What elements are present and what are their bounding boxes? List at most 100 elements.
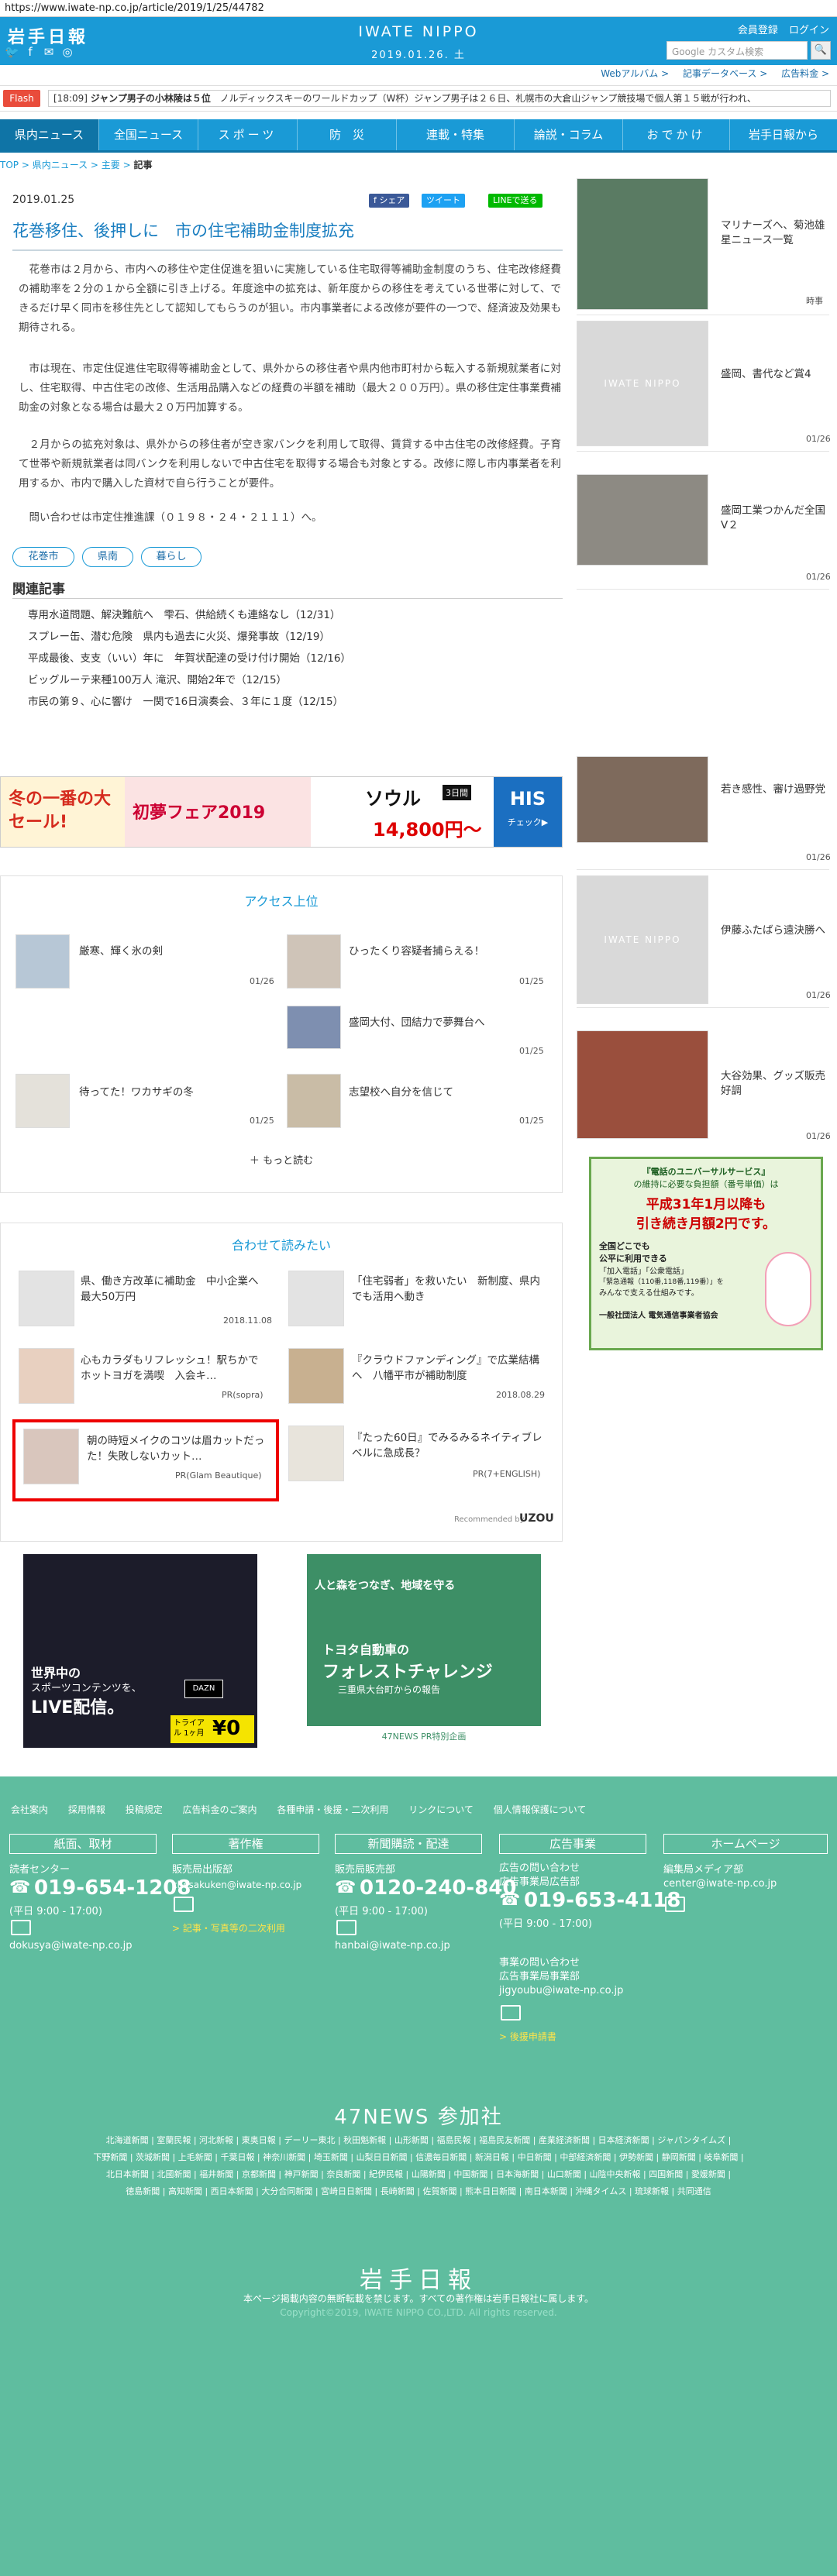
recommend-title[interactable]: 心もカラダもリフレッシュ！駅ちかでホットヨガを満喫 入会キ… [81,1353,267,1384]
more-button[interactable]: ＋ もっと読む [232,1152,330,1167]
instagram-icon[interactable]: ◎ [60,45,74,59]
footer-email[interactable]: center@iwate-np.co.jp [663,1878,777,1890]
sidebar-title[interactable]: マリナーズへ、菊池雄星ニュース一覧 [721,218,829,248]
recommend-thumb[interactable] [19,1271,74,1326]
flash-headline[interactable]: ジャンプ男子の小林陵は５位 [91,93,211,104]
facebook-icon[interactable]: f [23,45,37,59]
uzou-logo[interactable]: UZOU [519,1512,554,1525]
sidebar-title[interactable]: 若き感性、審け過野党 [721,782,829,797]
flash-ticker[interactable]: [18:09] ジャンプ男子の小林陵は５位 ノルディックスキーのワールドカップ（… [48,90,831,107]
ranking-thumb[interactable] [287,934,341,989]
login-link[interactable]: ログイン [789,25,829,36]
footer-phone[interactable]: 019-654-1208 [34,1876,191,1900]
sidebar-thumb[interactable] [577,178,708,310]
ranking-thumb[interactable] [287,1074,341,1128]
ranking-title[interactable]: ひったくり容疑者捕らえる！ [349,944,542,959]
his-logo: HIS [509,788,546,810]
47news-row[interactable]: 北日本新聞 | 北國新聞 | 福井新聞 | 京都新聞 | 神戸新聞 | 奈良新聞… [26,2166,811,2183]
recommend-thumb[interactable] [288,1271,344,1326]
ranking-thumb[interactable] [16,1074,70,1128]
sidebar-placeholder-thumb[interactable]: IWATE NIPPO [577,875,708,1004]
footer-email[interactable]: hanbai@iwate-np.co.jp [335,1940,450,1952]
ranking-thumb[interactable] [287,1006,341,1049]
recommend-thumb[interactable] [23,1429,79,1484]
nav-series[interactable]: 連載・特集 [397,119,515,150]
sidebar-title[interactable]: 盛岡、書代など賞4 [721,367,829,382]
search-input[interactable]: Google カスタム検索 [666,41,808,60]
sponsorship-link[interactable]: > 後援申請書 [499,2030,556,2043]
nav-outing[interactable]: おでかけ [623,119,730,150]
related-link[interactable]: 市民の第９、心に響け 一関で16日演奏会、３年に１度（12/15） [28,693,343,708]
register-link[interactable]: 会員登録 [738,25,778,36]
recommend-thumb[interactable] [288,1426,344,1481]
nav-disaster[interactable]: 防 災 [298,119,397,150]
footer-link[interactable]: 個人情報保護について [494,1804,587,1815]
sidebar-thumb[interactable] [577,756,708,843]
footer-link[interactable]: 会社案内 [11,1804,48,1815]
47news-row[interactable]: 北海道新聞 | 室蘭民報 | 河北新報 | 東奥日報 | デーリー東北 | 秋田… [26,2132,811,2149]
footer-email[interactable]: dokusya@iwate-np.co.jp [9,1940,133,1952]
related-link[interactable]: スプレー缶、潜む危険 県内も過去に火災、爆発事故（12/19） [28,628,330,643]
nav-national-news[interactable]: 全国ニュース [99,119,198,150]
footer-phone[interactable]: 0120-240-840 [360,1876,517,1900]
ad-rates-link[interactable]: 広告料金 > [781,68,829,79]
tag-kurashi[interactable]: 暮らし [141,547,202,567]
footer-link[interactable]: 投稿規定 [126,1804,163,1815]
breadcrumb-main[interactable]: 主要 [102,160,120,170]
universal-service-ad[interactable]: 『電話のユニバーサルサービス』 の維持に必要な負担額（番号単価）は 平成31年1… [589,1157,823,1350]
recommend-thumb[interactable] [19,1348,74,1404]
line-share-button[interactable]: LINEで送る [488,194,542,208]
dazn-ad[interactable]: 世界中の スポーツコンテンツを、 LIVE配信。 DAZN トライアル 1ヶ月 … [23,1554,257,1748]
47news-row[interactable]: 下野新聞 | 茨城新聞 | 上毛新聞 | 千葉日報 | 神奈川新聞 | 埼玉新聞… [26,2149,811,2166]
address-bar[interactable]: https://www.iwate-np.co.jp/article/2019/… [0,0,837,17]
nav-opinion[interactable]: 論説・コラム [515,119,623,150]
footer-link[interactable]: リンクについて [408,1804,474,1815]
ranking-title[interactable]: 厳寒、輝く氷の剣 [79,944,265,959]
related-link[interactable]: 専用水道問題、解決難航へ 雫石、供給続くも連絡なし（12/31） [28,606,340,621]
twitter-icon[interactable]: 🐦 [5,45,19,59]
recommend-thumb[interactable] [288,1348,344,1404]
toyota-forest-ad[interactable]: 人と森をつなぎ、地域を守る トヨタ自動車の フォレストチャレンジ 三重県大台町か… [307,1554,541,1748]
center-logo[interactable]: IWATE NIPPO [326,23,512,40]
sidebar-title[interactable]: 盛岡工業つかんだ全国V２ [721,504,829,533]
nav-sports[interactable]: スポーツ [198,119,298,150]
nav-from-iwate-nippo[interactable]: 岩手日報から [730,119,837,150]
recommend-title[interactable]: 「住宅弱者」を救いたい 新制度、県内でも活用へ動き [352,1274,546,1305]
search-icon[interactable]: 🔍 [811,41,831,60]
breadcrumb-prefecture[interactable]: 県内ニュース [33,160,88,170]
web-album-link[interactable]: Webアルバム > [601,68,669,79]
recommend-title[interactable]: 『クラウドファンディング』で広業結構へ 八幡平市が補助制度 [352,1353,546,1384]
facebook-share-button[interactable]: f シェア [369,194,410,208]
footer-link[interactable]: 各種申請・後援・二次利用 [277,1804,388,1815]
footer-email[interactable]: chosakuken@iwate-np.co.jp [172,1880,301,1890]
ranking-title[interactable]: 盛岡大付、団結力で夢舞台へ [349,1015,542,1030]
ranking-thumb[interactable] [16,934,70,989]
footer-link[interactable]: 広告料金のご案内 [183,1804,257,1815]
sidebar-title[interactable]: 伊藤ふたばら遠決勝へ [721,923,829,938]
tag-kennan[interactable]: 県南 [82,547,133,567]
related-link[interactable]: 平成最後、支支（いい）年に 年賀状配達の受け付け開始（12/16） [28,649,351,665]
breadcrumb-top[interactable]: TOP [0,160,19,170]
footer-link[interactable]: 採用情報 [68,1804,105,1815]
47news-row[interactable]: 徳島新聞 | 高知新聞 | 西日本新聞 | 大分合同新聞 | 宮崎日日新聞 | … [26,2183,811,2200]
footer-phone[interactable]: 019-653-4118 [524,1889,681,1912]
tag-hanamaki[interactable]: 花巻市 [12,547,74,567]
ranking-title[interactable]: 待ってた！ワカサギの冬 [79,1085,265,1100]
sidebar-placeholder-thumb[interactable]: IWATE NIPPO [577,321,708,446]
footer-logo[interactable]: 岩手日報 [0,2261,837,2295]
sidebar-title[interactable]: 大谷効果、グッズ販売好調 [721,1069,829,1099]
related-link[interactable]: ビッグルーテ来種100万人 滝沢、開始2年で（12/15） [28,671,287,686]
recommend-title[interactable]: 朝の時短メイクのコツは眉カットだった！失敗しないカット… [87,1433,270,1464]
nav-prefecture-news[interactable]: 県内ニュース [0,119,99,150]
sidebar-thumb[interactable] [577,474,708,566]
footer-email[interactable]: jigyoubu@iwate-np.co.jp [499,1985,623,1996]
travel-ad-banner[interactable]: 冬の一番の大セール! 初夢フェア2019 ソウル 3日間 14,800円〜 HI… [0,776,563,848]
secondary-use-link[interactable]: > 記事・写真等の二次利用 [172,1921,285,1935]
recommend-title[interactable]: 『たった60日』でみるみるネイティブレベルに急成長？ [352,1430,546,1461]
twitter-share-button[interactable]: ツイート [422,194,465,208]
article-db-link[interactable]: 記事データベース > [683,68,767,79]
line-icon[interactable]: ✉ [42,45,56,59]
recommend-title[interactable]: 県、働き方改革に補助金 中小企業へ最大50万円 [81,1274,267,1305]
sidebar-thumb[interactable] [577,1030,708,1139]
ranking-title[interactable]: 志望校へ自分を信じて [349,1085,542,1100]
